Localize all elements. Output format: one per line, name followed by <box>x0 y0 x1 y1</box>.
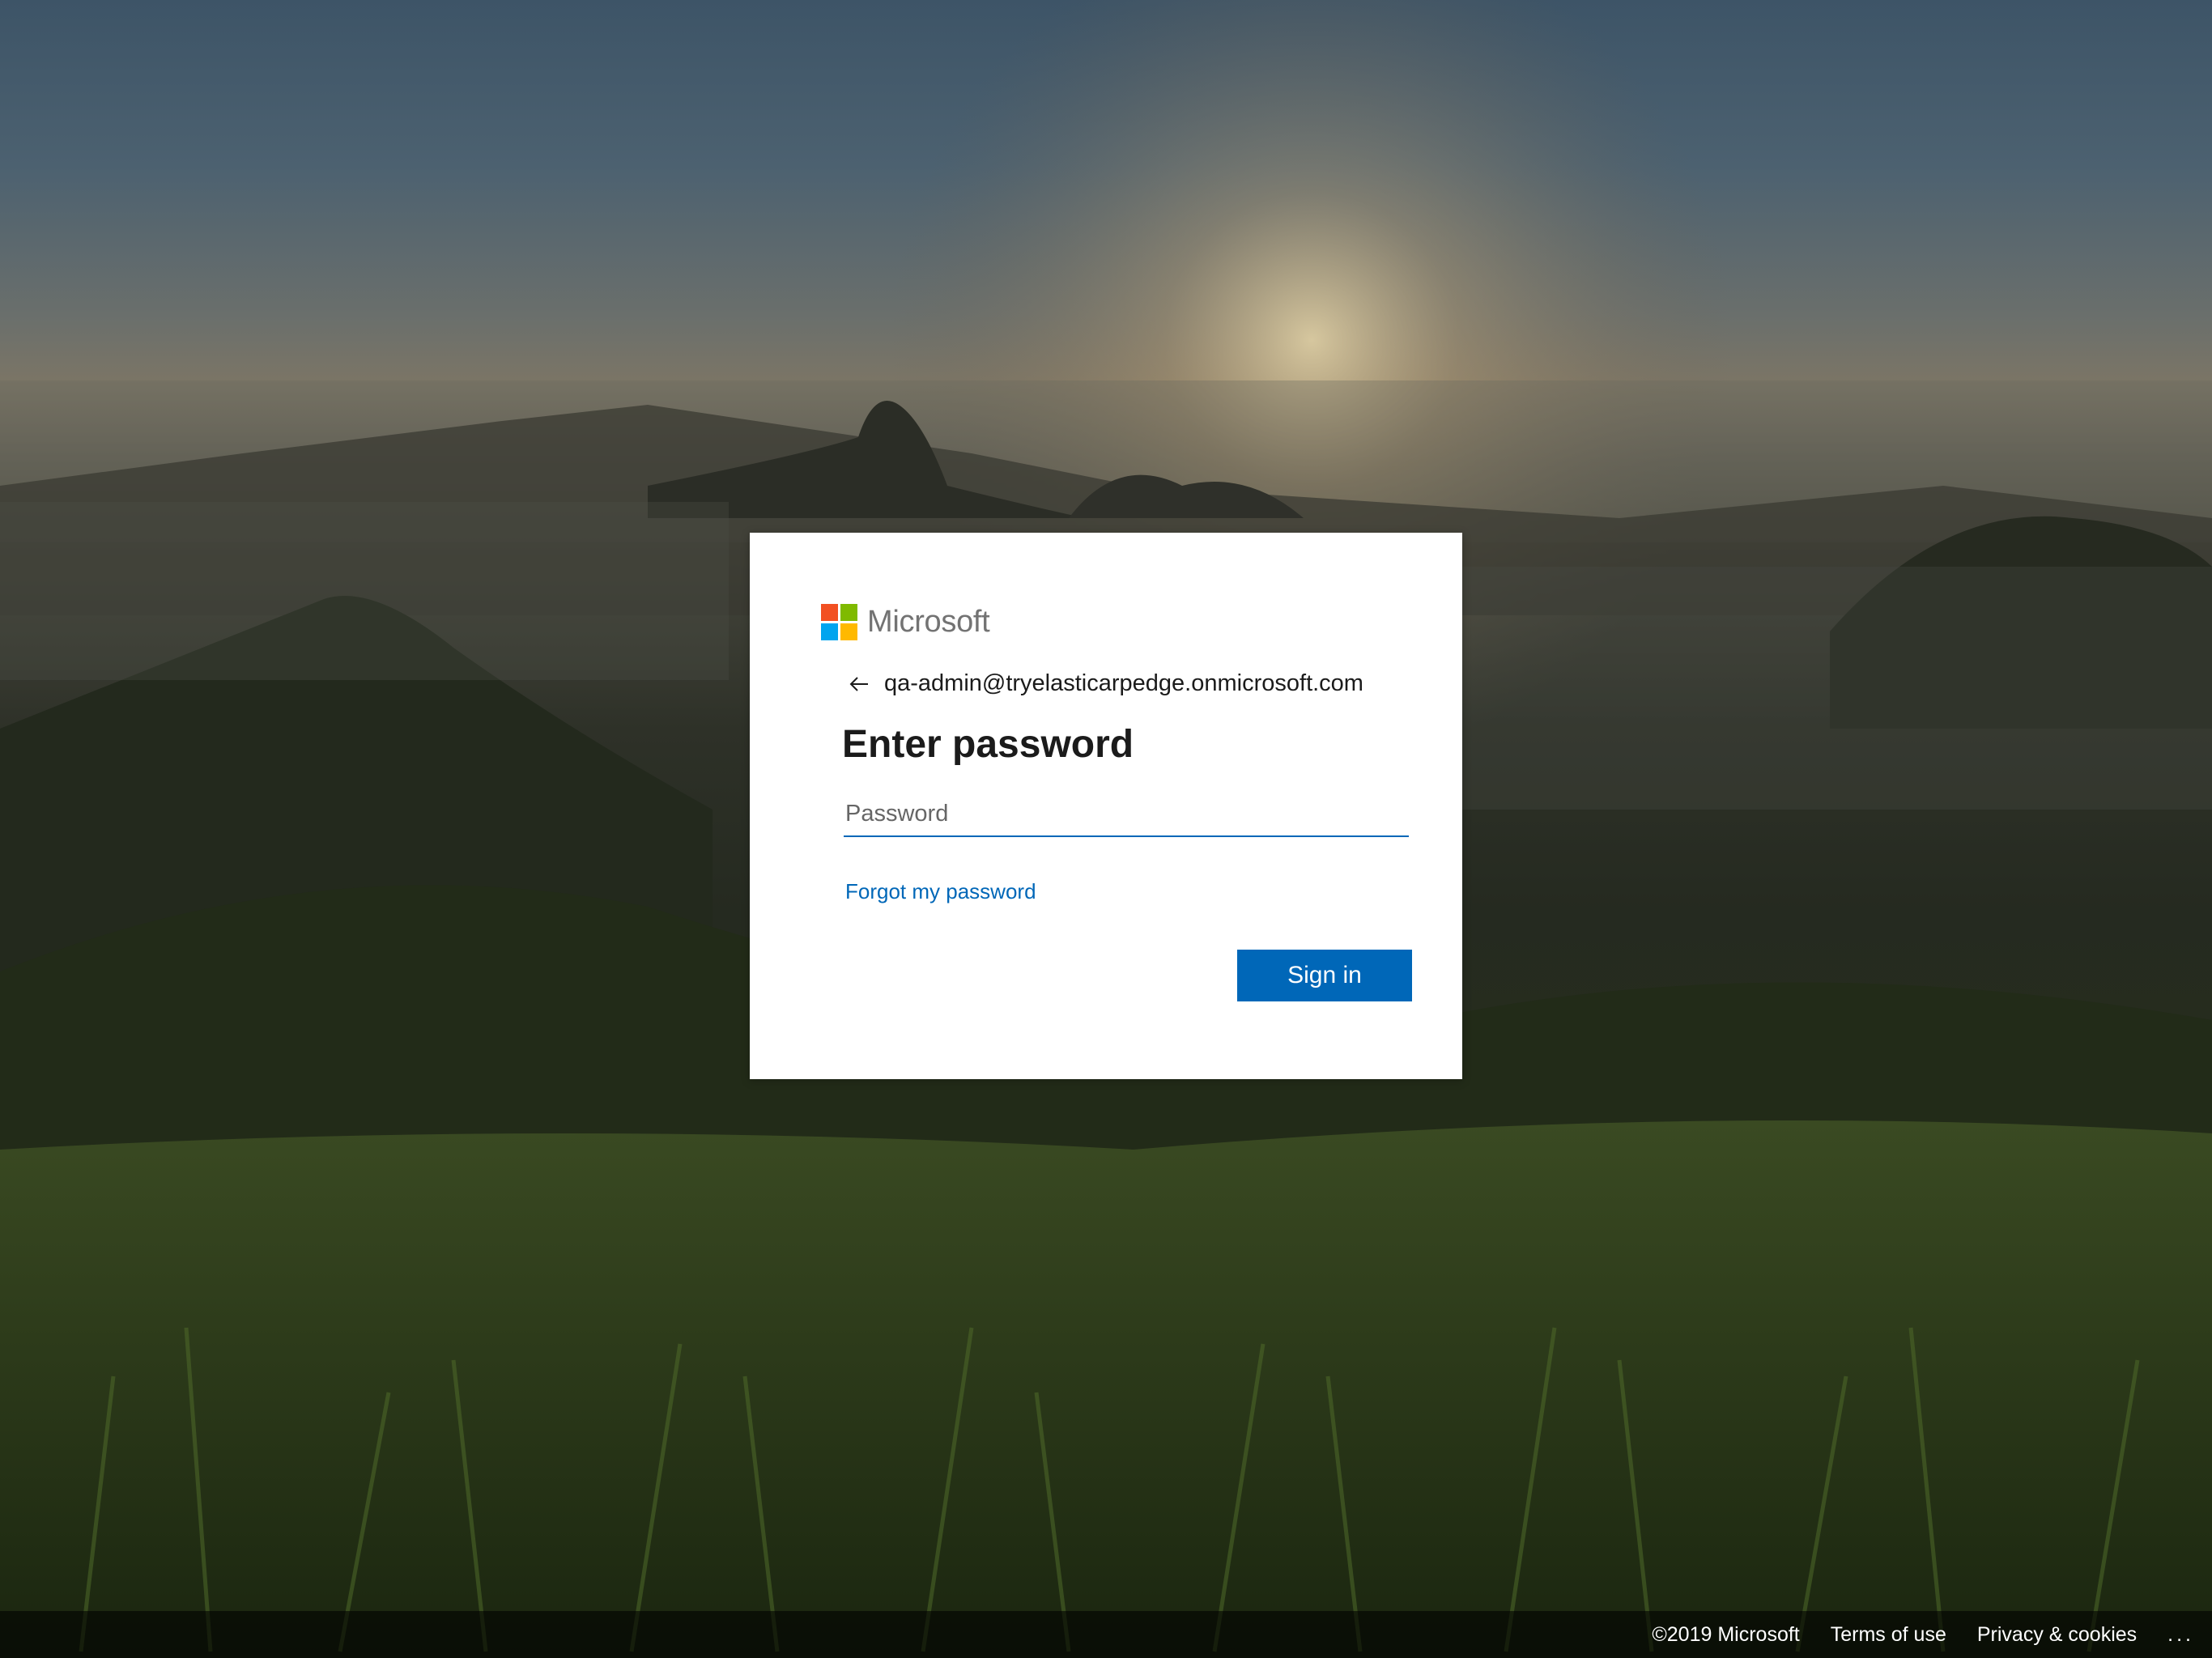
logo-yellow-square <box>840 623 857 640</box>
logo-red-square <box>821 604 838 621</box>
logo-blue-square <box>821 623 838 640</box>
brand-name: Microsoft <box>867 605 990 639</box>
microsoft-logo-icon <box>821 604 857 640</box>
ellipsis-icon[interactable]: ... <box>2167 1623 2194 1647</box>
page-title: Enter password <box>842 723 1134 766</box>
identity-email: qa-admin@tryelasticarpedge.onmicrosoft.c… <box>884 670 1363 696</box>
forgot-password-link[interactable]: Forgot my password <box>845 879 1036 904</box>
arrow-left-icon[interactable] <box>847 672 871 696</box>
sign-in-button[interactable]: Sign in <box>1237 950 1412 1001</box>
logo-green-square <box>840 604 857 621</box>
microsoft-logo-row: Microsoft <box>821 604 990 640</box>
footer-terms-link[interactable]: Terms of use <box>1831 1623 1946 1647</box>
footer-copyright: ©2019 Microsoft <box>1652 1622 1800 1646</box>
password-input[interactable] <box>844 792 1409 837</box>
footer: ©2019 Microsoft Terms of use Privacy & c… <box>0 1611 2212 1658</box>
identity-banner[interactable]: qa-admin@tryelasticarpedge.onmicrosoft.c… <box>847 670 1363 697</box>
signin-card: Microsoft qa-admin@tryelasticarpedge.onm… <box>750 533 1462 1079</box>
footer-privacy-link[interactable]: Privacy & cookies <box>1977 1623 2137 1647</box>
